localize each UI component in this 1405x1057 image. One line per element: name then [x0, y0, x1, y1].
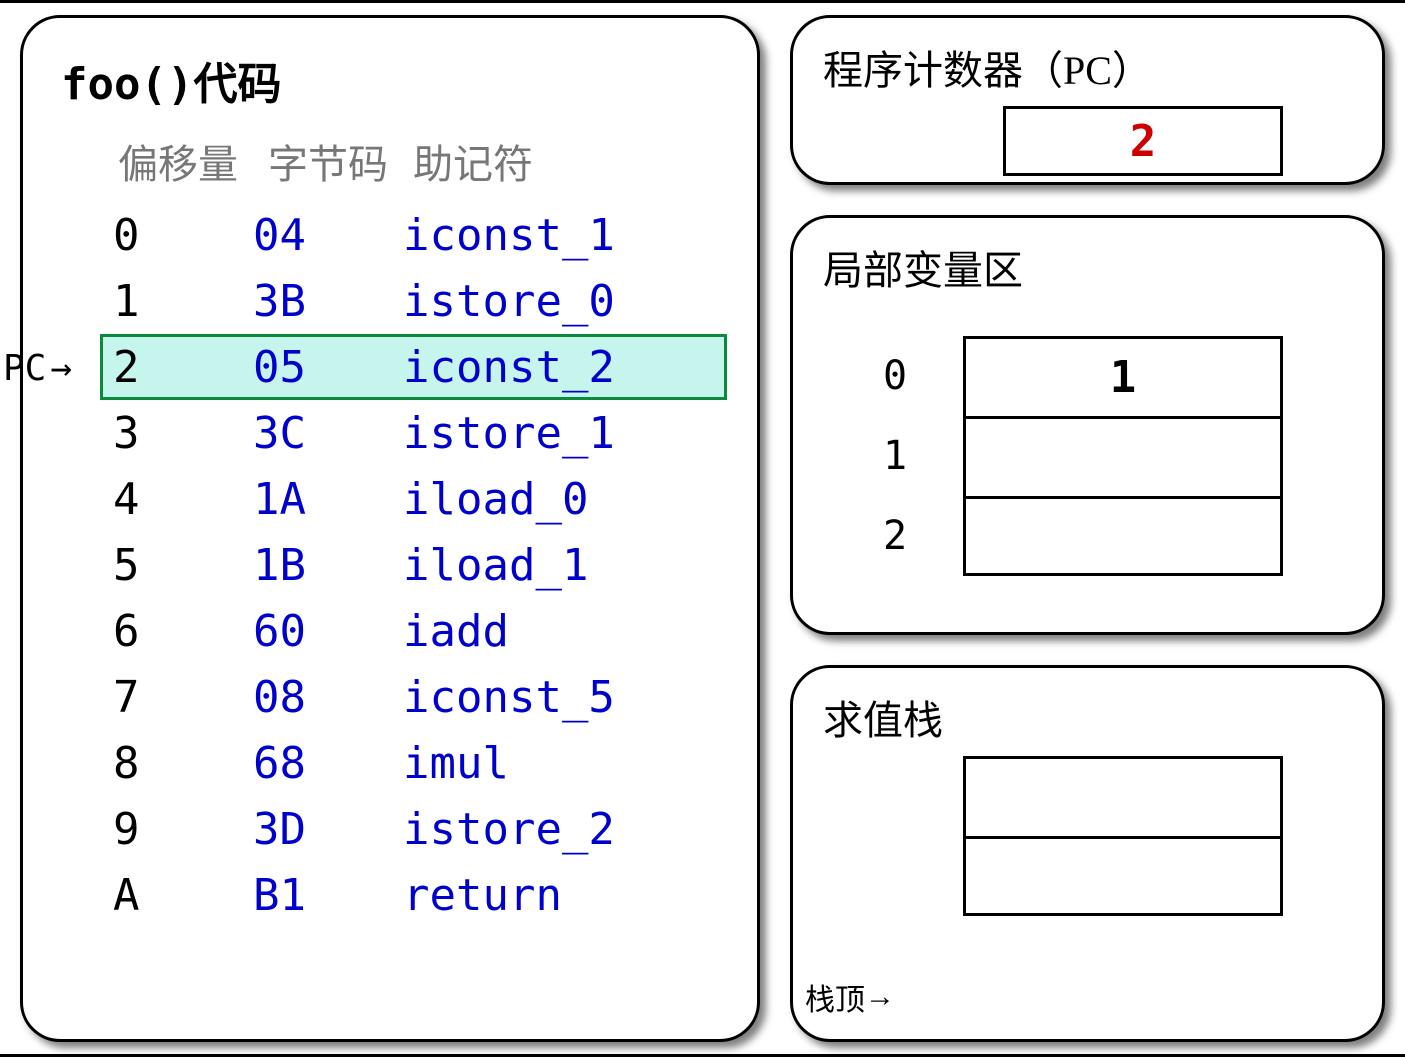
locals-index: 1	[883, 433, 963, 479]
code-offset: 5	[113, 540, 253, 591]
code-row: 660iadd	[103, 598, 727, 664]
locals-index: 2	[883, 513, 963, 559]
code-row: 205iconst_2	[100, 334, 727, 400]
code-headers: 偏移量 字节码 助记符	[103, 132, 727, 190]
pc-arrow: PC→	[3, 348, 72, 389]
code-row: 33Cistore_1	[103, 400, 727, 466]
pc-panel-title: 程序计数器（PC）	[823, 38, 1352, 96]
code-offset: 9	[113, 804, 253, 855]
stack-panel: 求值栈 栈顶 →	[790, 665, 1385, 1042]
code-offset: 0	[113, 210, 253, 261]
code-bytecode: 3C	[253, 408, 403, 459]
code-bytecode: 1A	[253, 474, 403, 525]
code-mnemonic: iconst_2	[403, 342, 703, 393]
header-bytecode: 字节码	[253, 132, 403, 190]
pc-value-box: 2	[1003, 106, 1283, 176]
locals-panel-title: 局部变量区	[823, 238, 1352, 296]
code-bytecode: 68	[253, 738, 403, 789]
code-row: 868imul	[103, 730, 727, 796]
code-offset: 7	[113, 672, 253, 723]
code-offset: 4	[113, 474, 253, 525]
code-offset: 3	[113, 408, 253, 459]
locals-row: 1	[883, 416, 1352, 496]
code-mnemonic: imul	[403, 738, 703, 789]
locals-row: 2	[883, 496, 1352, 576]
stack-cell	[963, 756, 1283, 836]
code-mnemonic: return	[403, 870, 703, 921]
locals-panel: 局部变量区 0112	[790, 215, 1385, 635]
code-panel: foo()代码 偏移量 字节码 助记符 004iconst_113Bistore…	[20, 15, 760, 1042]
code-bytecode: 3B	[253, 276, 403, 327]
code-row: 004iconst_1	[103, 202, 727, 268]
code-offset: A	[113, 870, 253, 921]
code-bytecode: 1B	[253, 540, 403, 591]
stack-top-text: 栈顶	[805, 975, 865, 1019]
code-rows: 004iconst_113Bistore_0205iconst_2PC→33Ci…	[53, 202, 727, 928]
locals-cell	[963, 416, 1283, 496]
header-offset: 偏移量	[103, 132, 253, 190]
right-column: 程序计数器（PC） 2 局部变量区 0112 求值栈 栈顶 →	[790, 15, 1385, 1042]
header-mnemonic: 助记符	[403, 132, 663, 190]
code-bytecode: 60	[253, 606, 403, 657]
stack-cell	[963, 836, 1283, 916]
code-bytecode: 04	[253, 210, 403, 261]
code-mnemonic: istore_0	[403, 276, 703, 327]
pc-arrow-label: PC	[3, 348, 46, 389]
code-offset: 1	[113, 276, 253, 327]
locals-index: 0	[883, 353, 963, 399]
locals-row: 01	[883, 336, 1352, 416]
stack-cells	[963, 756, 1352, 916]
code-row: 708iconst_5	[103, 664, 727, 730]
pc-panel: 程序计数器（PC） 2	[790, 15, 1385, 185]
code-row: 13Bistore_0	[103, 268, 727, 334]
code-mnemonic: iload_0	[403, 474, 703, 525]
arrow-right-icon: →	[50, 348, 72, 389]
code-panel-title: foo()代码	[61, 48, 727, 112]
code-bytecode: 05	[253, 342, 403, 393]
code-mnemonic: iadd	[403, 606, 703, 657]
stack-top-label: 栈顶 →	[805, 975, 895, 1019]
code-row: 41Aiload_0	[103, 466, 727, 532]
code-row: AB1return	[103, 862, 727, 928]
code-offset: 2	[113, 342, 253, 393]
locals-table: 0112	[883, 336, 1352, 576]
locals-cell	[963, 496, 1283, 576]
jvm-state-diagram: foo()代码 偏移量 字节码 助记符 004iconst_113Bistore…	[0, 0, 1405, 1057]
code-mnemonic: istore_2	[403, 804, 703, 855]
code-mnemonic: iload_1	[403, 540, 703, 591]
locals-cell: 1	[963, 336, 1283, 416]
code-bytecode: 08	[253, 672, 403, 723]
stack-panel-title: 求值栈	[823, 688, 1352, 746]
code-bytecode: B1	[253, 870, 403, 921]
code-bytecode: 3D	[253, 804, 403, 855]
code-offset: 8	[113, 738, 253, 789]
code-row: 93Distore_2	[103, 796, 727, 862]
code-mnemonic: iconst_1	[403, 210, 703, 261]
code-offset: 6	[113, 606, 253, 657]
code-mnemonic: istore_1	[403, 408, 703, 459]
arrow-right-icon: →	[865, 980, 895, 1014]
code-row: 51Biload_1	[103, 532, 727, 598]
code-mnemonic: iconst_5	[403, 672, 703, 723]
